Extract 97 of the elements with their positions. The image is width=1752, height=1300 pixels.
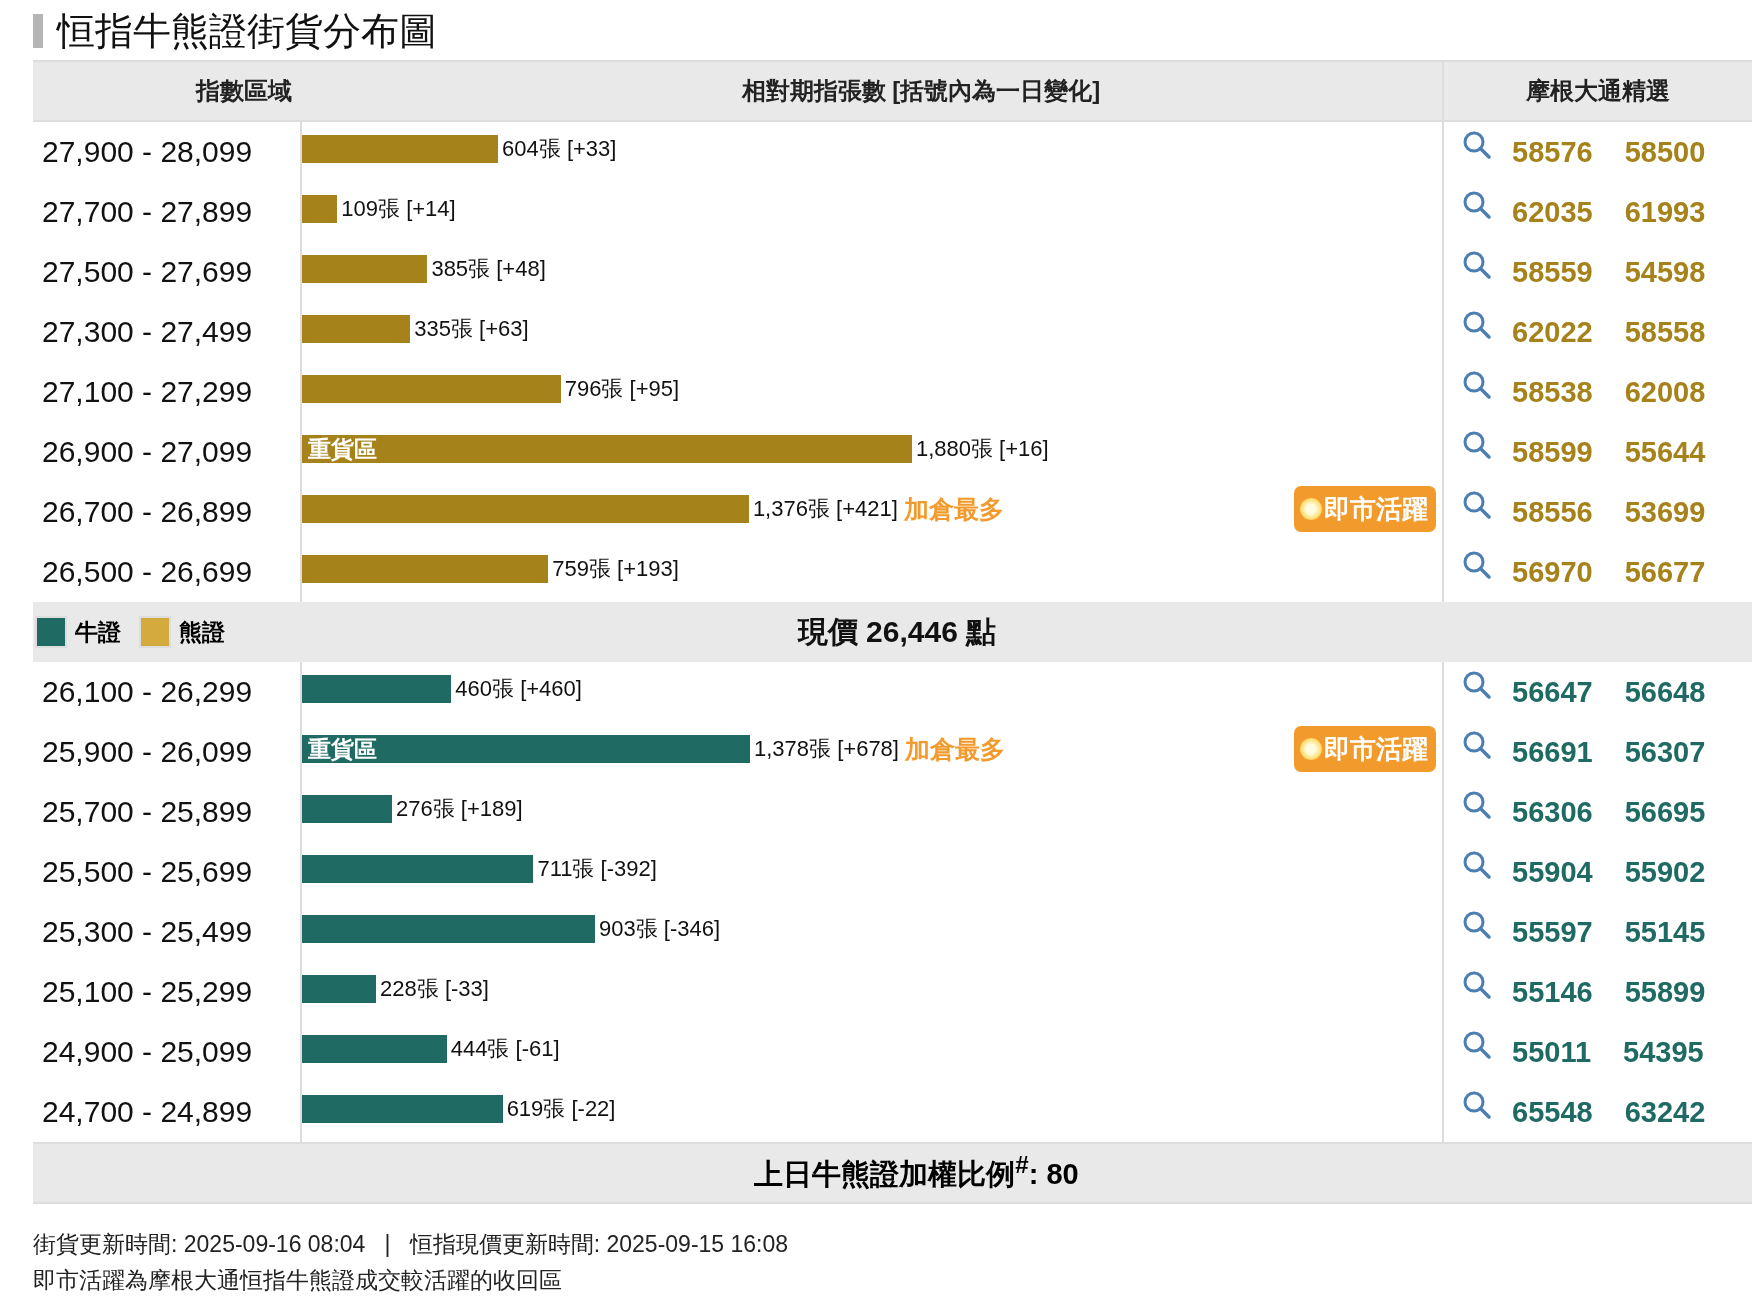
- search-icon[interactable]: [1462, 850, 1492, 880]
- bar-reading: 1,376張 [+421]: [752, 495, 898, 523]
- warrant-code-link[interactable]: 55145: [1624, 915, 1706, 949]
- current-price: 現價 26,446 點: [797, 613, 997, 650]
- warrant-code-link[interactable]: 55597: [1512, 915, 1593, 949]
- index-range: 25,100 - 25,299: [41, 974, 254, 1010]
- index-range: 25,900 - 26,099: [41, 734, 254, 770]
- warrant-code-link[interactable]: 58538: [1512, 375, 1593, 409]
- index-range: 25,700 - 25,899: [41, 794, 254, 830]
- live-active-badge[interactable]: 即市活躍: [1294, 486, 1436, 532]
- legend-label: 牛證: [75, 617, 121, 647]
- index-range: 27,700 - 27,899: [41, 194, 254, 230]
- warrant-code-link[interactable]: 65548: [1512, 1095, 1593, 1129]
- note-label: 加倉最多: [904, 733, 1005, 765]
- warrant-code-link[interactable]: 53699: [1624, 495, 1706, 529]
- warrant-code-link[interactable]: 58558: [1624, 315, 1706, 349]
- search-icon[interactable]: [1462, 250, 1492, 280]
- index-range: 27,100 - 27,299: [41, 374, 254, 410]
- bar-reading: 228張 [-33]: [380, 975, 489, 1003]
- warrant-code-link[interactable]: 56695: [1624, 795, 1706, 829]
- index-range: 26,100 - 26,299: [41, 674, 254, 710]
- search-icon[interactable]: [1462, 550, 1492, 580]
- index-range: 27,300 - 27,499: [41, 314, 254, 350]
- search-icon[interactable]: [1462, 310, 1492, 340]
- weighted-ratio: 上日牛熊證加權比例$^{#}$: 80: [754, 1151, 1079, 1192]
- search-icon[interactable]: [1462, 730, 1492, 760]
- bar-reading: 444張 [-61]: [450, 1035, 560, 1063]
- warrant-code-link[interactable]: 55644: [1624, 435, 1706, 469]
- search-icon[interactable]: [1462, 490, 1492, 520]
- search-icon[interactable]: [1462, 1090, 1492, 1120]
- search-icon[interactable]: [1462, 370, 1492, 400]
- search-icon[interactable]: [1462, 970, 1492, 1000]
- bar-reading: 385張 [+48]: [431, 255, 546, 283]
- warrant-code-link[interactable]: 54598: [1624, 255, 1706, 289]
- bar-label: 重貨區: [307, 434, 377, 464]
- index-range: 27,900 - 28,099: [41, 134, 254, 170]
- search-icon[interactable]: [1462, 430, 1492, 460]
- bar-reading: 759張 [+193]: [552, 555, 679, 583]
- column-header: 相對期指張數 [括號內為一日變化]: [740, 76, 1102, 106]
- warrant-code-link[interactable]: 58500: [1624, 135, 1706, 169]
- warrant-code-link[interactable]: 56307: [1624, 735, 1706, 769]
- index-range: 27,500 - 27,699: [41, 254, 254, 290]
- live-active-badge[interactable]: 即市活躍: [1294, 726, 1436, 772]
- warrant-code-link[interactable]: 56306: [1512, 795, 1593, 829]
- warrant-code-link[interactable]: 58559: [1512, 255, 1593, 289]
- bar-reading: 604張 [+33]: [502, 135, 617, 163]
- title-marker: [33, 14, 43, 48]
- warrant-code-link[interactable]: 58556: [1512, 495, 1593, 529]
- column-header: 指數區域: [194, 76, 293, 106]
- bar-reading: 1,378張 [+678]: [754, 735, 899, 763]
- column-header: 摩根大通精選: [1442, 62, 1752, 120]
- bar-reading: 335張 [+63]: [414, 315, 529, 343]
- legend-label: 熊證: [179, 617, 225, 647]
- search-icon[interactable]: [1462, 1030, 1492, 1060]
- index-range: 25,300 - 25,499: [41, 914, 254, 950]
- warrant-code-link[interactable]: 56647: [1512, 675, 1593, 709]
- bar-reading: 276張 [+189]: [396, 795, 523, 823]
- warrant-code-link[interactable]: 56677: [1624, 555, 1706, 589]
- footnote: 街貨更新時間: 2025-09-16 08:04 | 恒指現價更新時間: 2025-09-15 16:08: [33, 1230, 790, 1259]
- search-icon[interactable]: [1462, 670, 1492, 700]
- bar-reading: 711張 [-392]: [537, 855, 657, 883]
- warrant-code-link[interactable]: 62008: [1624, 375, 1706, 409]
- warrant-code-link[interactable]: 55902: [1624, 855, 1706, 889]
- warrant-code-link[interactable]: 55904: [1512, 855, 1593, 889]
- page-title: 恒指牛熊證街貨分布圖: [57, 8, 437, 54]
- warrant-code-link[interactable]: 55011: [1512, 1035, 1592, 1069]
- warrant-code-link[interactable]: 61993: [1624, 195, 1706, 229]
- index-range: 24,700 - 24,899: [41, 1094, 254, 1130]
- bar-reading: 109張 [+14]: [341, 195, 456, 223]
- warrant-code-link[interactable]: 58576: [1512, 135, 1593, 169]
- warrant-code-link[interactable]: 56691: [1512, 735, 1593, 769]
- search-icon[interactable]: [1462, 130, 1492, 160]
- index-range: 25,500 - 25,699: [41, 854, 254, 890]
- search-icon[interactable]: [1462, 190, 1492, 220]
- bar-reading: 903張 [-346]: [598, 915, 721, 943]
- warrant-code-link[interactable]: 54395: [1623, 1035, 1704, 1069]
- warrant-code-link[interactable]: 55146: [1512, 975, 1593, 1009]
- search-icon[interactable]: [1462, 910, 1492, 940]
- warrant-code-link[interactable]: 56970: [1512, 555, 1593, 589]
- warrant-code-link[interactable]: 62022: [1512, 315, 1593, 349]
- bar-reading: 1,880張 [+16]: [915, 435, 1049, 463]
- index-range: 26,900 - 27,099: [41, 434, 254, 470]
- bar-reading: 460張 [+460]: [455, 675, 582, 703]
- index-range: 24,900 - 25,099: [41, 1034, 254, 1070]
- note-label: 加倉最多: [903, 493, 1004, 525]
- warrant-code-link[interactable]: 56648: [1624, 675, 1706, 709]
- bar-reading: 796張 [+95]: [564, 375, 680, 403]
- warrant-code-link[interactable]: 55899: [1624, 975, 1706, 1009]
- warrant-code-link[interactable]: 58599: [1512, 435, 1593, 469]
- bar-reading: 619張 [-22]: [506, 1095, 616, 1123]
- footnote: 即市活躍為摩根大通恒指牛熊證成交較活躍的收回區: [33, 1266, 563, 1295]
- index-range: 26,500 - 26,699: [41, 554, 254, 590]
- search-icon[interactable]: [1462, 790, 1492, 820]
- bar-label: 重貨區: [307, 734, 377, 764]
- index-range: 26,700 - 26,899: [41, 494, 254, 530]
- warrant-code-link[interactable]: 62035: [1512, 195, 1593, 229]
- warrant-code-link[interactable]: 63242: [1624, 1095, 1706, 1129]
